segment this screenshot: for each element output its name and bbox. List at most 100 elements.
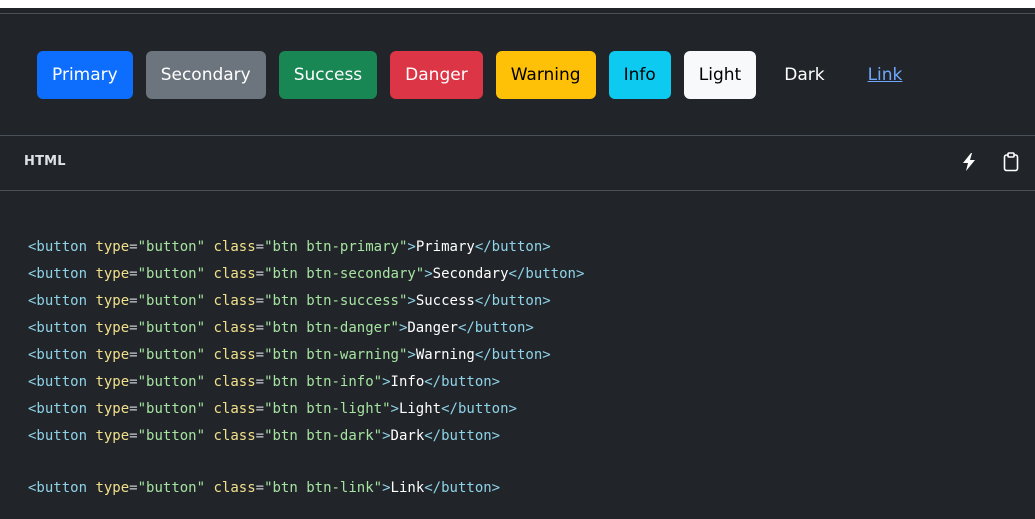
code-header: HTML: [0, 136, 1035, 191]
code-tag: >: [407, 347, 416, 363]
code-tag: >: [390, 401, 399, 417]
code-tag: </button>: [474, 239, 551, 255]
code-attr: type: [95, 480, 130, 496]
code-eq: =: [129, 480, 138, 496]
secondary-button[interactable]: Secondary: [145, 51, 266, 99]
primary-button[interactable]: Primary: [37, 51, 133, 99]
code-tag: </button>: [508, 266, 585, 282]
code-eq: =: [255, 293, 265, 309]
code-tag: </button>: [441, 401, 517, 417]
light-button[interactable]: Light: [683, 51, 757, 99]
danger-button[interactable]: Danger: [390, 51, 483, 99]
code-text: Link: [390, 480, 425, 496]
code-string: "button": [137, 239, 206, 255]
info-button[interactable]: Info: [608, 51, 671, 99]
code-eq: =: [255, 320, 265, 336]
link-button[interactable]: Link: [853, 51, 918, 99]
code-line: <button type="button" class="btn btn-lig…: [28, 396, 584, 423]
code-attr: class: [213, 320, 256, 336]
code-tag: </button>: [424, 480, 501, 496]
code-eq: =: [255, 266, 265, 282]
button-preview-area: Primary Secondary Success Danger Warning…: [0, 14, 1035, 136]
code-string: "button": [137, 320, 206, 336]
code-attr: class: [213, 293, 256, 309]
code-string: "btn btn-primary": [264, 239, 408, 255]
code-line: <button type="button" class="btn btn-sec…: [28, 261, 584, 288]
code-tag: >: [382, 480, 391, 496]
code-tag: <button: [28, 428, 88, 444]
code-line: <button type="button" class="btn btn-lin…: [28, 475, 584, 502]
code-tag: </button>: [424, 428, 501, 444]
code-text: Danger: [407, 320, 458, 336]
code-attr: type: [95, 347, 130, 363]
code-string: "button": [137, 374, 206, 390]
code-string: "button": [137, 401, 206, 417]
code-eq: =: [129, 239, 138, 255]
code-text: Info: [390, 374, 425, 390]
top-page-strip: [0, 0, 1035, 8]
code-string: "button": [137, 480, 206, 496]
code-attr: type: [95, 320, 130, 336]
code-string: "btn btn-light": [264, 401, 391, 417]
code-tag: <button: [28, 293, 88, 309]
code-text: Primary: [415, 239, 475, 255]
code-language-label: HTML: [24, 154, 66, 169]
code-attr: type: [95, 239, 130, 255]
code-body: <button type="button" class="btn btn-pri…: [0, 191, 1035, 519]
button-row: Primary Secondary Success Danger Warning…: [37, 51, 930, 99]
code-attr: class: [213, 374, 256, 390]
code-line: <button type="button" class="btn btn-dan…: [28, 315, 584, 342]
code-line: <button type="button" class="btn btn-inf…: [28, 369, 584, 396]
code-attr: class: [213, 480, 256, 496]
code-eq: =: [255, 428, 265, 444]
dark-button[interactable]: Dark: [769, 51, 840, 99]
code-string: "btn btn-dark": [264, 428, 383, 444]
code-attr: class: [213, 347, 256, 363]
code-attr: class: [213, 428, 256, 444]
bolt-icon[interactable]: [958, 151, 980, 173]
code-string: "button": [137, 347, 206, 363]
code-attr: type: [95, 266, 130, 282]
code-text: Success: [415, 293, 475, 309]
code-eq: =: [129, 401, 138, 417]
code-eq: =: [129, 347, 138, 363]
code-eq: =: [255, 374, 265, 390]
code-text: Warning: [415, 347, 475, 363]
docs-example-frame: Primary Secondary Success Danger Warning…: [0, 0, 1035, 519]
code-tag: <button: [28, 374, 88, 390]
code-text: Secondary: [432, 266, 509, 282]
code-tag: </button>: [474, 347, 551, 363]
code-attr: type: [95, 428, 130, 444]
code-eq: =: [255, 239, 265, 255]
code-eq: =: [129, 320, 138, 336]
code-string: "btn btn-info": [264, 374, 383, 390]
code-eq: =: [255, 401, 265, 417]
code-attr: class: [213, 401, 256, 417]
code-attr: type: [95, 293, 130, 309]
warning-button[interactable]: Warning: [495, 51, 596, 99]
code-string: "btn btn-danger": [264, 320, 399, 336]
code-tag: <button: [28, 401, 88, 417]
code-line: <button type="button" class="btn btn-pri…: [28, 234, 584, 261]
code-string: "btn btn-success": [264, 293, 408, 309]
code-attr: type: [95, 374, 130, 390]
code-eq: =: [255, 480, 265, 496]
code-line: <button type="button" class="btn btn-war…: [28, 342, 584, 369]
code-tag: >: [382, 428, 391, 444]
code-string: "button": [137, 428, 206, 444]
code-attr: type: [95, 401, 130, 417]
code-string: "btn btn-secondary": [264, 266, 425, 282]
clipboard-icon[interactable]: [1000, 151, 1022, 173]
success-button[interactable]: Success: [278, 51, 378, 99]
code-line: <button type="button" class="btn btn-suc…: [28, 288, 584, 315]
code-tag: </button>: [457, 320, 534, 336]
code-tag: </button>: [424, 374, 501, 390]
code-tag: <button: [28, 320, 88, 336]
code-line: <button type="button" class="btn btn-dar…: [28, 423, 584, 450]
code-string: "btn btn-link": [264, 480, 383, 496]
code-tag: >: [424, 266, 433, 282]
code-eq: =: [129, 293, 138, 309]
code-tag: >: [382, 374, 391, 390]
code-attr: class: [213, 266, 256, 282]
